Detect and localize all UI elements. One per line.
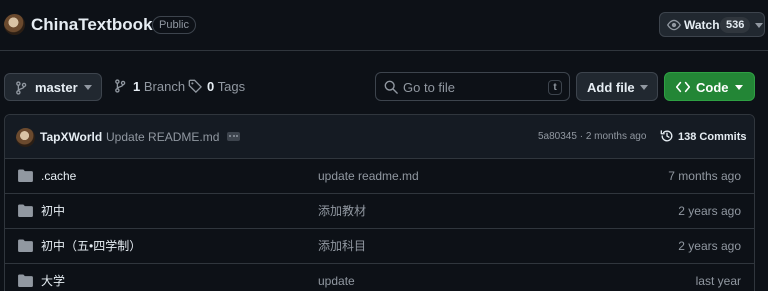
owner-avatar[interactable] <box>4 14 25 35</box>
chevron-down-icon <box>84 85 92 90</box>
watch-button[interactable]: Watch 536 <box>659 12 765 37</box>
add-file-button[interactable]: Add file <box>576 72 658 101</box>
chevron-down-icon <box>735 85 743 90</box>
file-row[interactable]: 大学 update last year <box>5 264 754 291</box>
file-commit-age: 2 years ago <box>678 204 741 218</box>
add-file-label: Add file <box>587 80 635 95</box>
tags-link[interactable]: 0 Tags <box>207 79 245 94</box>
folder-icon <box>18 239 33 252</box>
file-row[interactable]: .cache update readme.md 7 months ago <box>5 159 754 194</box>
file-commit-age: 7 months ago <box>668 169 741 183</box>
chevron-down-icon[interactable] <box>755 23 763 28</box>
tag-icon <box>188 79 202 93</box>
tags-count: 0 <box>207 79 215 94</box>
file-commit-message[interactable]: update <box>318 274 355 288</box>
branches-link[interactable]: 1 Branch <box>133 79 185 94</box>
file-name-link[interactable]: 大学 <box>41 274 65 288</box>
file-commit-message[interactable]: 添加科目 <box>318 239 366 253</box>
history-icon <box>660 130 673 142</box>
folder-icon <box>18 274 33 287</box>
file-row[interactable]: 初中（五•四学制） 添加科目 2 years ago <box>5 229 754 264</box>
commits-count-label: 138 Commits <box>678 131 747 143</box>
folder-icon <box>18 204 33 217</box>
branch-selector-button[interactable]: master <box>4 73 102 101</box>
code-icon <box>676 81 690 93</box>
file-name-link[interactable]: 初中（五•四学制） <box>41 239 141 253</box>
commit-author-avatar[interactable] <box>16 128 35 147</box>
file-commit-age: 2 years ago <box>678 239 741 253</box>
repo-header: ChinaTextbook Public Watch 536 <box>0 0 768 51</box>
branches-label: Branch <box>143 79 186 94</box>
watch-count: 536 <box>720 17 751 33</box>
go-to-file-input[interactable] <box>403 78 543 96</box>
visibility-badge: Public <box>152 16 196 34</box>
file-name-link[interactable]: .cache <box>41 169 76 183</box>
git-branch-icon <box>115 79 126 93</box>
go-to-file-search[interactable] <box>375 72 570 101</box>
eye-icon <box>667 19 681 31</box>
search-icon <box>384 80 398 94</box>
file-row[interactable]: 初中 添加教材 2 years ago <box>5 194 754 229</box>
chevron-down-icon <box>640 85 648 90</box>
commit-author-link[interactable]: TapXWorld <box>40 130 102 144</box>
commit-sha-time[interactable]: 5a80345 · 2 months ago <box>538 131 646 143</box>
latest-commit-bar: TapXWorld Update README.md 5a80345 · 2 m… <box>5 115 754 159</box>
repo-name-link[interactable]: ChinaTextbook <box>31 14 153 36</box>
code-label: Code <box>696 80 729 95</box>
file-browser: TapXWorld Update README.md 5a80345 · 2 m… <box>4 114 755 291</box>
file-commit-message[interactable]: update readme.md <box>318 169 419 183</box>
code-button[interactable]: Code <box>664 72 755 101</box>
watch-label: Watch <box>684 18 720 32</box>
commit-message-link[interactable]: Update README.md <box>106 130 219 144</box>
file-commit-message[interactable]: 添加教材 <box>318 204 366 218</box>
folder-icon <box>18 169 33 182</box>
file-name-link[interactable]: 初中 <box>41 204 65 218</box>
tags-label: Tags <box>217 79 246 94</box>
expand-commit-button[interactable] <box>227 132 240 141</box>
git-branch-icon <box>16 81 27 95</box>
search-shortcut-key: t <box>548 80 562 95</box>
file-commit-age: last year <box>695 274 741 288</box>
branch-name: master <box>35 80 78 95</box>
branches-count: 1 <box>133 79 141 94</box>
